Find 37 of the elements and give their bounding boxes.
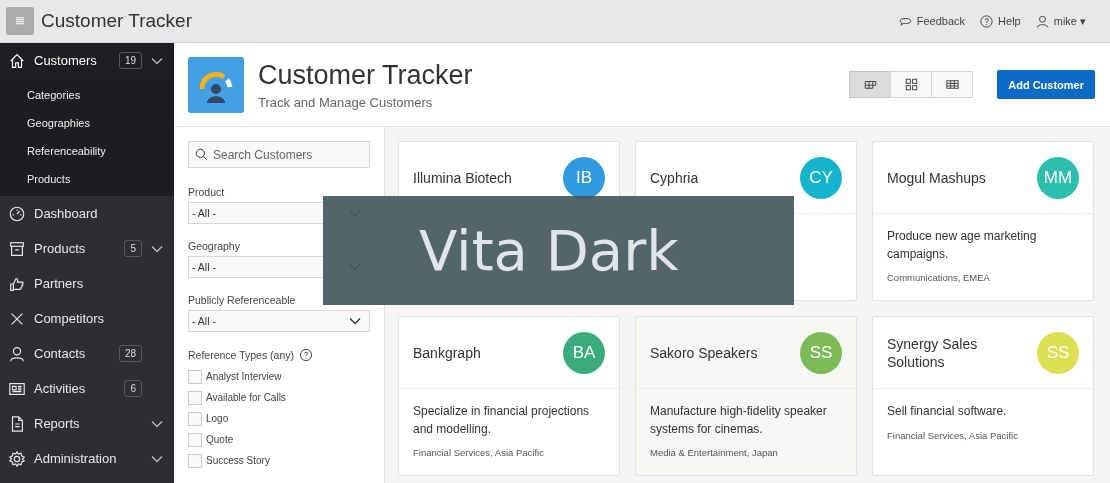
customer-name: Mogul Mashups	[887, 168, 987, 187]
checkbox-label: Success Story	[206, 455, 270, 466]
filter-label: Geography	[188, 240, 241, 252]
customer-name: Synergy Sales Solutions	[887, 334, 979, 371]
customer-name: Sakoro Speakers	[650, 343, 759, 362]
filter-label: Product	[188, 186, 226, 198]
filter-label: Reference Types (any)	[188, 349, 295, 361]
customer-description: Sell financial software.	[887, 403, 1008, 420]
initials-avatar: MM	[1037, 156, 1079, 199]
count-badge: 19	[118, 52, 142, 69]
customer-name: Illumina Biotech	[413, 168, 513, 187]
checkbox-label: Available for Calls	[206, 392, 286, 403]
customer-name: Bankgraph	[413, 343, 482, 362]
customer-tags: Financial Services, Asia Pacific	[887, 429, 1079, 441]
theme-name-tooltip: Vita Dark	[323, 196, 794, 305]
customer-description: Specialize in financial projections and modelling.	[413, 403, 591, 438]
app-title: Customer Tracker	[41, 10, 192, 32]
page-subtitle: Track and Manage Customers	[258, 94, 434, 110]
count-badge: 28	[118, 345, 142, 362]
page-title: Customer Tracker	[258, 59, 473, 91]
filter-label: Publicly Referenceable	[188, 294, 297, 306]
customer-tags: Financial Services, Asia Pacific	[413, 447, 605, 458]
initials-avatar: IB	[563, 156, 605, 199]
count-badge: 6	[124, 380, 142, 397]
customer-name: Cyphria	[650, 168, 700, 187]
checkbox-label: Quote	[206, 434, 234, 445]
initials-avatar: SS	[800, 331, 842, 374]
checkbox-label: Analyst Interview	[206, 371, 282, 382]
customer-description: Produce new age marketing campaigns.	[887, 228, 1038, 263]
initials-avatar: BA	[563, 331, 605, 374]
customer-description: Manufacture high-fidelity speaker systems for cinemas.	[650, 403, 828, 438]
customer-tags: Media & Entertainment, Japan	[650, 447, 842, 458]
initials-avatar: SS	[1037, 331, 1079, 374]
initials-avatar: CY	[800, 156, 842, 199]
count-badge: 5	[124, 240, 142, 257]
checkbox-label: Logo	[206, 413, 229, 424]
customer-tags: Communications, EMEA	[887, 272, 1079, 283]
